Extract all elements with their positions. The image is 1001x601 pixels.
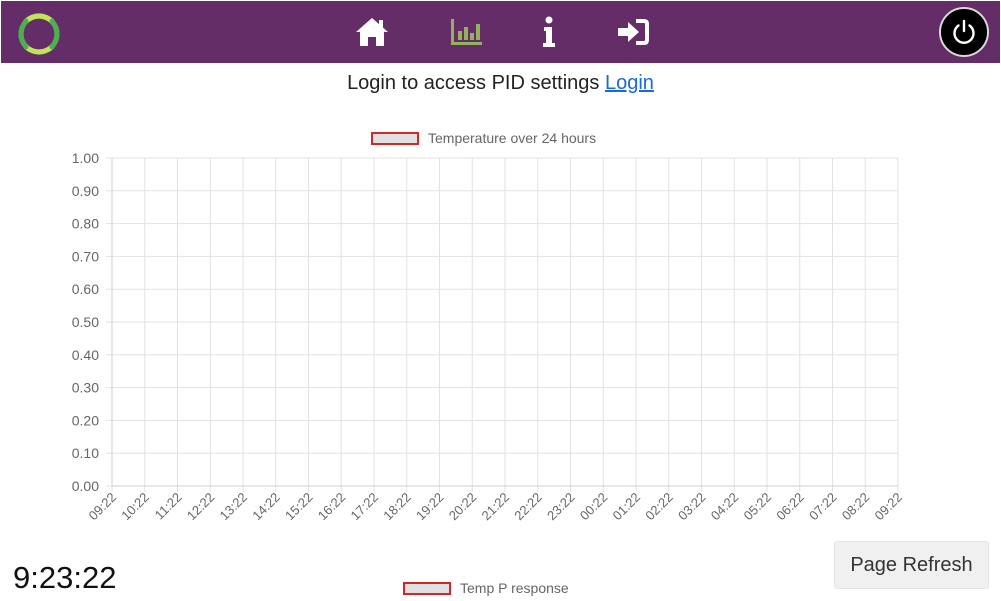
x-tick-label: 04:22 [708,490,742,524]
x-tick-label: 02:22 [642,490,676,524]
y-tick-label: 0.40 [72,347,99,363]
x-tick-label: 00:22 [577,490,611,524]
y-tick-label: 1.00 [72,150,99,166]
x-tick-label: 19:22 [413,490,447,524]
x-tick-label: 14:22 [249,490,283,524]
x-tick-label: 01:22 [610,490,644,524]
x-tick-label: 21:22 [479,490,513,524]
legend-swatch [403,581,451,595]
x-tick-label: 13:22 [217,490,251,524]
x-tick-label: 07:22 [806,490,840,524]
x-tick-label: 10:22 [118,490,152,524]
x-tick-label: 17:22 [348,490,382,524]
y-tick-label: 0.10 [72,445,99,461]
x-tick-label: 05:22 [741,490,775,524]
legend-label: Temp P response [460,580,569,596]
x-tick-label: 03:22 [675,490,709,524]
y-tick-label: 0.70 [72,248,99,264]
temperature-chart: 0.00 0.10 0.20 0.30 0.40 0.50 0.60 0.70 0.80 0.90… [72,150,906,524]
x-tick-label: 22:22 [511,490,545,524]
x-tick-label: 23:22 [544,490,578,524]
x-tick-label: 20:22 [446,490,480,524]
y-tick-label: 0.20 [72,412,99,428]
y-tick-label: 0.90 [72,183,99,199]
y-tick-label: 0.50 [72,314,99,330]
y-tick-label: 0.80 [72,216,99,232]
y-tick-label: 0.00 [72,478,99,494]
x-tick-label: 16:22 [315,490,349,524]
y-tick-label: 0.30 [72,380,99,396]
x-tick-label: 08:22 [839,490,873,524]
clock: 9:23:22 [13,560,117,595]
x-tick-label: 09:22 [86,490,120,524]
page-refresh-button[interactable]: Page Refresh [834,541,989,589]
x-tick-label: 09:22 [872,490,906,524]
x-tick-label: 12:22 [184,490,218,524]
x-tick-label: 11:22 [152,490,185,523]
y-tick-label: 0.60 [72,281,99,297]
x-tick-label: 15:22 [282,490,316,524]
x-tick-label: 06:22 [773,490,807,524]
second-chart-legend[interactable]: Temp P response [403,580,569,596]
x-tick-label: 18:22 [380,490,414,524]
